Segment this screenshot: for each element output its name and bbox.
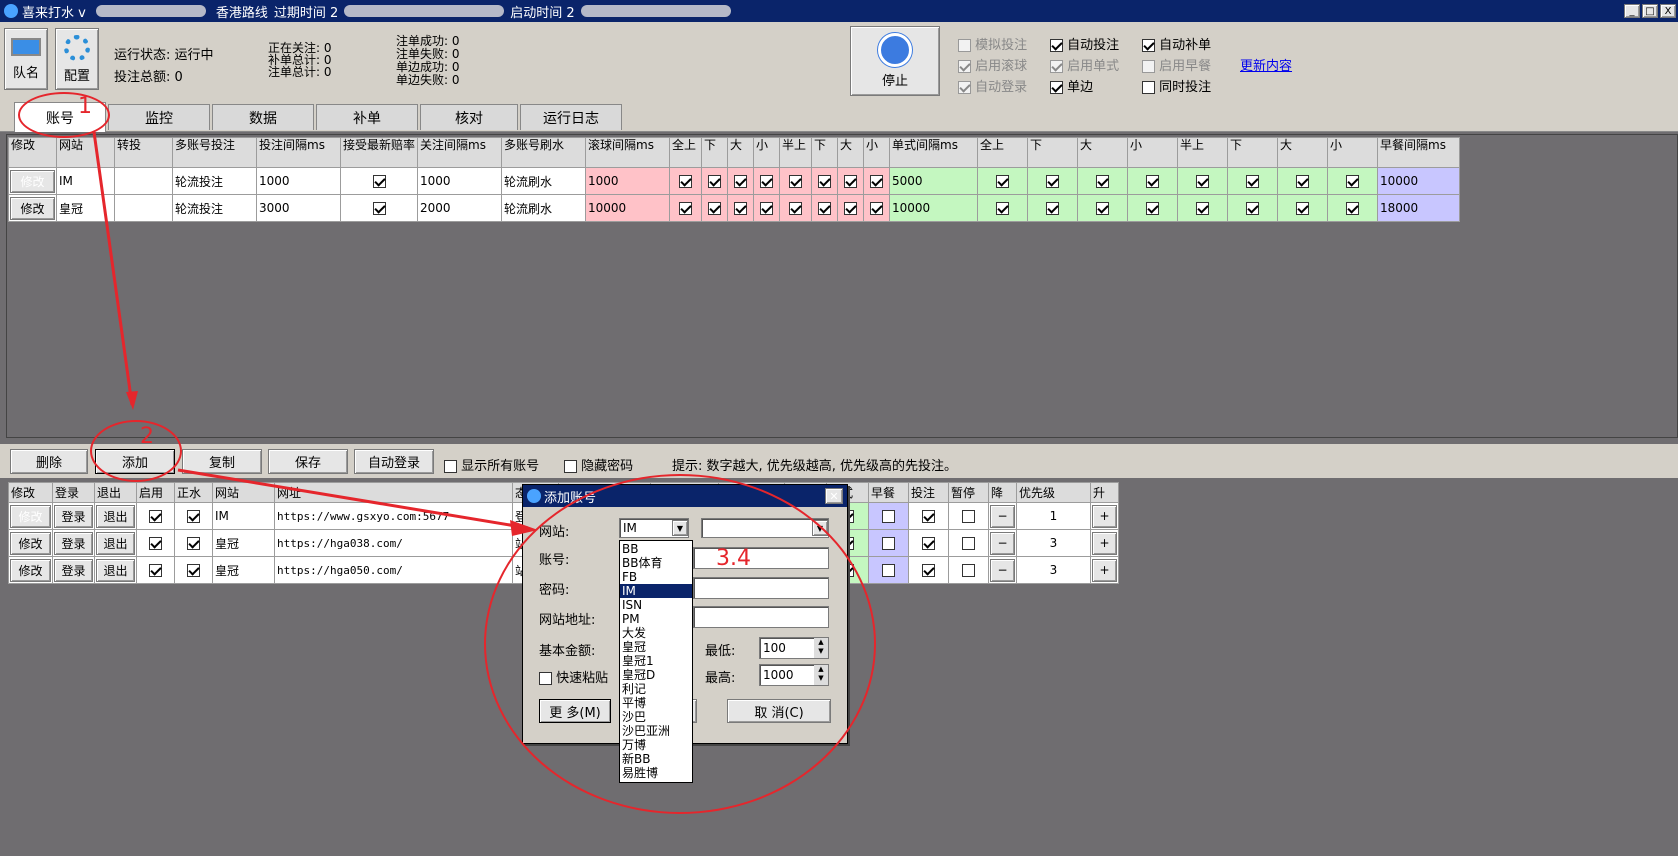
annotation-number-2: 2 bbox=[140, 424, 154, 449]
annotation-circle-1 bbox=[18, 92, 110, 138]
annotation-number-1: 1 bbox=[78, 94, 92, 119]
annotation-arrow-2 bbox=[177, 468, 529, 530]
annotation-circle-3 bbox=[484, 474, 876, 814]
annotation-circle-2 bbox=[90, 420, 182, 482]
annotation-number-3: 3.4 bbox=[716, 546, 751, 571]
annotation-arrowhead-1 bbox=[126, 391, 138, 410]
annotation-arrow-1 bbox=[92, 131, 134, 406]
